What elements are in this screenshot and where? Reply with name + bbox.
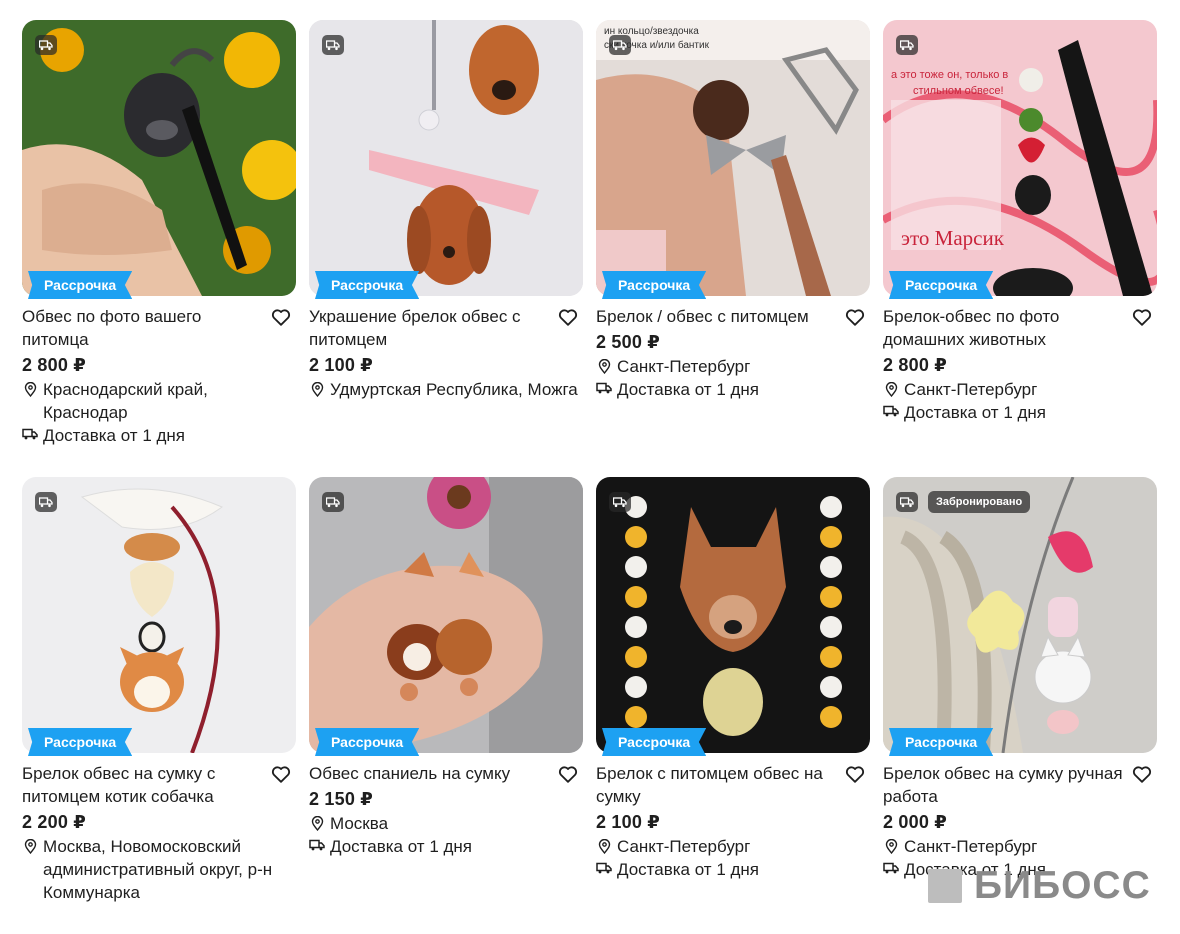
- photo-shepherd-pearl-charm: [596, 477, 870, 753]
- listing-title[interactable]: Украшение брелок обвес с питомцем: [309, 305, 549, 351]
- listing-price: 2 100 ₽: [309, 355, 373, 375]
- listing-price: 2 100 ₽: [596, 812, 660, 832]
- location-pin-icon: [885, 839, 898, 854]
- location-pin-icon: [598, 359, 611, 374]
- listing-title[interactable]: Обвес спаниель на сумку: [309, 762, 549, 785]
- listing-photo[interactable]: а это тоже он, только в стильном обвесе!…: [883, 20, 1157, 296]
- listing-photo[interactable]: ин кольцо/звездочка ски точка и/или бант…: [596, 20, 870, 296]
- watermark-logo-icon: [928, 869, 962, 903]
- site-watermark: БИБОСС: [928, 864, 1151, 907]
- listing-location: Удмуртская Республика, Можга: [330, 380, 578, 399]
- listing-title[interactable]: Брелок с питомцем обвес на сумку: [596, 762, 836, 808]
- listing-location: Санкт-Петербург: [904, 837, 1038, 856]
- heart-icon[interactable]: [844, 306, 866, 328]
- listing-card[interactable]: Рассрочка Украшение брелок обвес с питом…: [309, 20, 583, 477]
- listing-card[interactable]: ин кольцо/звездочка ски точка и/или бант…: [596, 20, 870, 477]
- heart-icon[interactable]: [557, 306, 579, 328]
- listing-delivery: Доставка от 1 дня: [904, 403, 1047, 422]
- installment-badge: Рассрочка: [889, 728, 994, 756]
- delivery-truck-icon: [883, 405, 899, 417]
- truck-icon: [35, 492, 57, 512]
- photo-corgi-heart-charm: [22, 477, 296, 753]
- location-pin-icon: [311, 382, 324, 397]
- listing-card[interactable]: Рассрочка Брелок с питомцем обвес на сум…: [596, 477, 870, 934]
- listing-price: 2 200 ₽: [22, 812, 86, 832]
- truck-icon: [609, 35, 631, 55]
- photo-caption-line: стильном обвесе!: [913, 85, 1004, 97]
- installment-badge: Рассрочка: [602, 271, 707, 299]
- installment-badge: Рассрочка: [28, 271, 133, 299]
- listing-card[interactable]: Рассрочка Обвес по фото вашего питомца 2…: [22, 20, 296, 477]
- heart-icon[interactable]: [557, 763, 579, 785]
- heart-icon[interactable]: [1131, 306, 1153, 328]
- photo-french-bulldog-charm: [22, 20, 296, 296]
- listing-photo[interactable]: [22, 20, 296, 296]
- delivery-truck-icon: [883, 862, 899, 874]
- truck-icon: [896, 35, 918, 55]
- listing-location: Москва, Новомосковский административный …: [43, 837, 273, 902]
- photo-caption-line: а это тоже он, только в: [891, 69, 1008, 81]
- truck-icon: [35, 35, 57, 55]
- listing-title[interactable]: Обвес по фото вашего питомца: [22, 305, 262, 351]
- truck-icon: [322, 492, 344, 512]
- heart-icon[interactable]: [1131, 763, 1153, 785]
- heart-icon[interactable]: [270, 306, 292, 328]
- delivery-truck-icon: [596, 382, 612, 394]
- delivery-truck-icon: [309, 839, 325, 851]
- installment-badge: Рассрочка: [28, 728, 133, 756]
- location-pin-icon: [24, 839, 37, 854]
- listing-card[interactable]: Рассрочка Обвес спаниель на сумку 2 150 …: [309, 477, 583, 934]
- listing-location: Санкт-Петербург: [617, 837, 751, 856]
- delivery-truck-icon: [22, 428, 38, 440]
- listing-photo[interactable]: [309, 477, 583, 753]
- listing-photo[interactable]: Забронировано: [883, 477, 1157, 753]
- listing-location: Москва: [330, 814, 389, 833]
- photo-white-cat-charm: [883, 477, 1157, 753]
- location-pin-icon: [598, 839, 611, 854]
- listing-photo[interactable]: [22, 477, 296, 753]
- photo-caption-line: это Марсик: [901, 226, 1005, 250]
- heart-icon[interactable]: [270, 763, 292, 785]
- listing-location: Санкт-Петербург: [904, 380, 1038, 399]
- listing-delivery: Доставка от 1 дня: [617, 380, 760, 399]
- installment-badge: Рассрочка: [889, 271, 994, 299]
- watermark-text: БИБОСС: [974, 864, 1151, 907]
- listing-title[interactable]: Брелок-обвес по фото домашних животных: [883, 305, 1123, 351]
- listing-photo[interactable]: [309, 20, 583, 296]
- location-pin-icon: [311, 816, 324, 831]
- installment-badge: Рассрочка: [315, 728, 420, 756]
- installment-badge: Рассрочка: [602, 728, 707, 756]
- truck-icon: [609, 492, 631, 512]
- listing-price: 2 800 ₽: [22, 355, 86, 375]
- listing-location: Краснодарский край, Краснодар: [43, 380, 208, 422]
- listing-card[interactable]: Рассрочка Брелок обвес на сумку с питомц…: [22, 477, 296, 934]
- listing-price: 2 000 ₽: [883, 812, 947, 832]
- photo-cat-charm-pink: а это тоже он, только в стильном обвесе!…: [883, 20, 1157, 296]
- location-pin-icon: [24, 382, 37, 397]
- listing-location: Санкт-Петербург: [617, 357, 751, 376]
- photo-spaniel-pair-charm: [309, 477, 583, 753]
- truck-icon: [896, 492, 918, 512]
- listing-price: 2 150 ₽: [309, 789, 373, 809]
- listing-delivery: Доставка от 1 дня: [43, 426, 186, 445]
- listing-card[interactable]: а это тоже он, только в стильном обвесе!…: [883, 20, 1157, 477]
- photo-spaniel-charm: [309, 20, 583, 296]
- listing-title[interactable]: Брелок обвес на сумку ручная работа: [883, 762, 1123, 808]
- photo-dog-charm-with-bow: ин кольцо/звездочка ски точка и/или бант…: [596, 20, 870, 296]
- heart-icon[interactable]: [844, 763, 866, 785]
- listing-title[interactable]: Брелок / обвес с питомцем: [596, 305, 836, 328]
- listing-delivery: Доставка от 1 дня: [617, 860, 760, 879]
- listing-price: 2 800 ₽: [883, 355, 947, 375]
- reserved-badge: Забронировано: [928, 491, 1031, 513]
- listing-photo[interactable]: [596, 477, 870, 753]
- truck-icon: [322, 35, 344, 55]
- listing-price: 2 500 ₽: [596, 332, 660, 352]
- listing-delivery: Доставка от 1 дня: [330, 837, 473, 856]
- location-pin-icon: [885, 382, 898, 397]
- delivery-truck-icon: [596, 862, 612, 874]
- listings-grid: Рассрочка Обвес по фото вашего питомца 2…: [22, 20, 1157, 934]
- installment-badge: Рассрочка: [315, 271, 420, 299]
- listing-title[interactable]: Брелок обвес на сумку с питомцем котик с…: [22, 762, 262, 808]
